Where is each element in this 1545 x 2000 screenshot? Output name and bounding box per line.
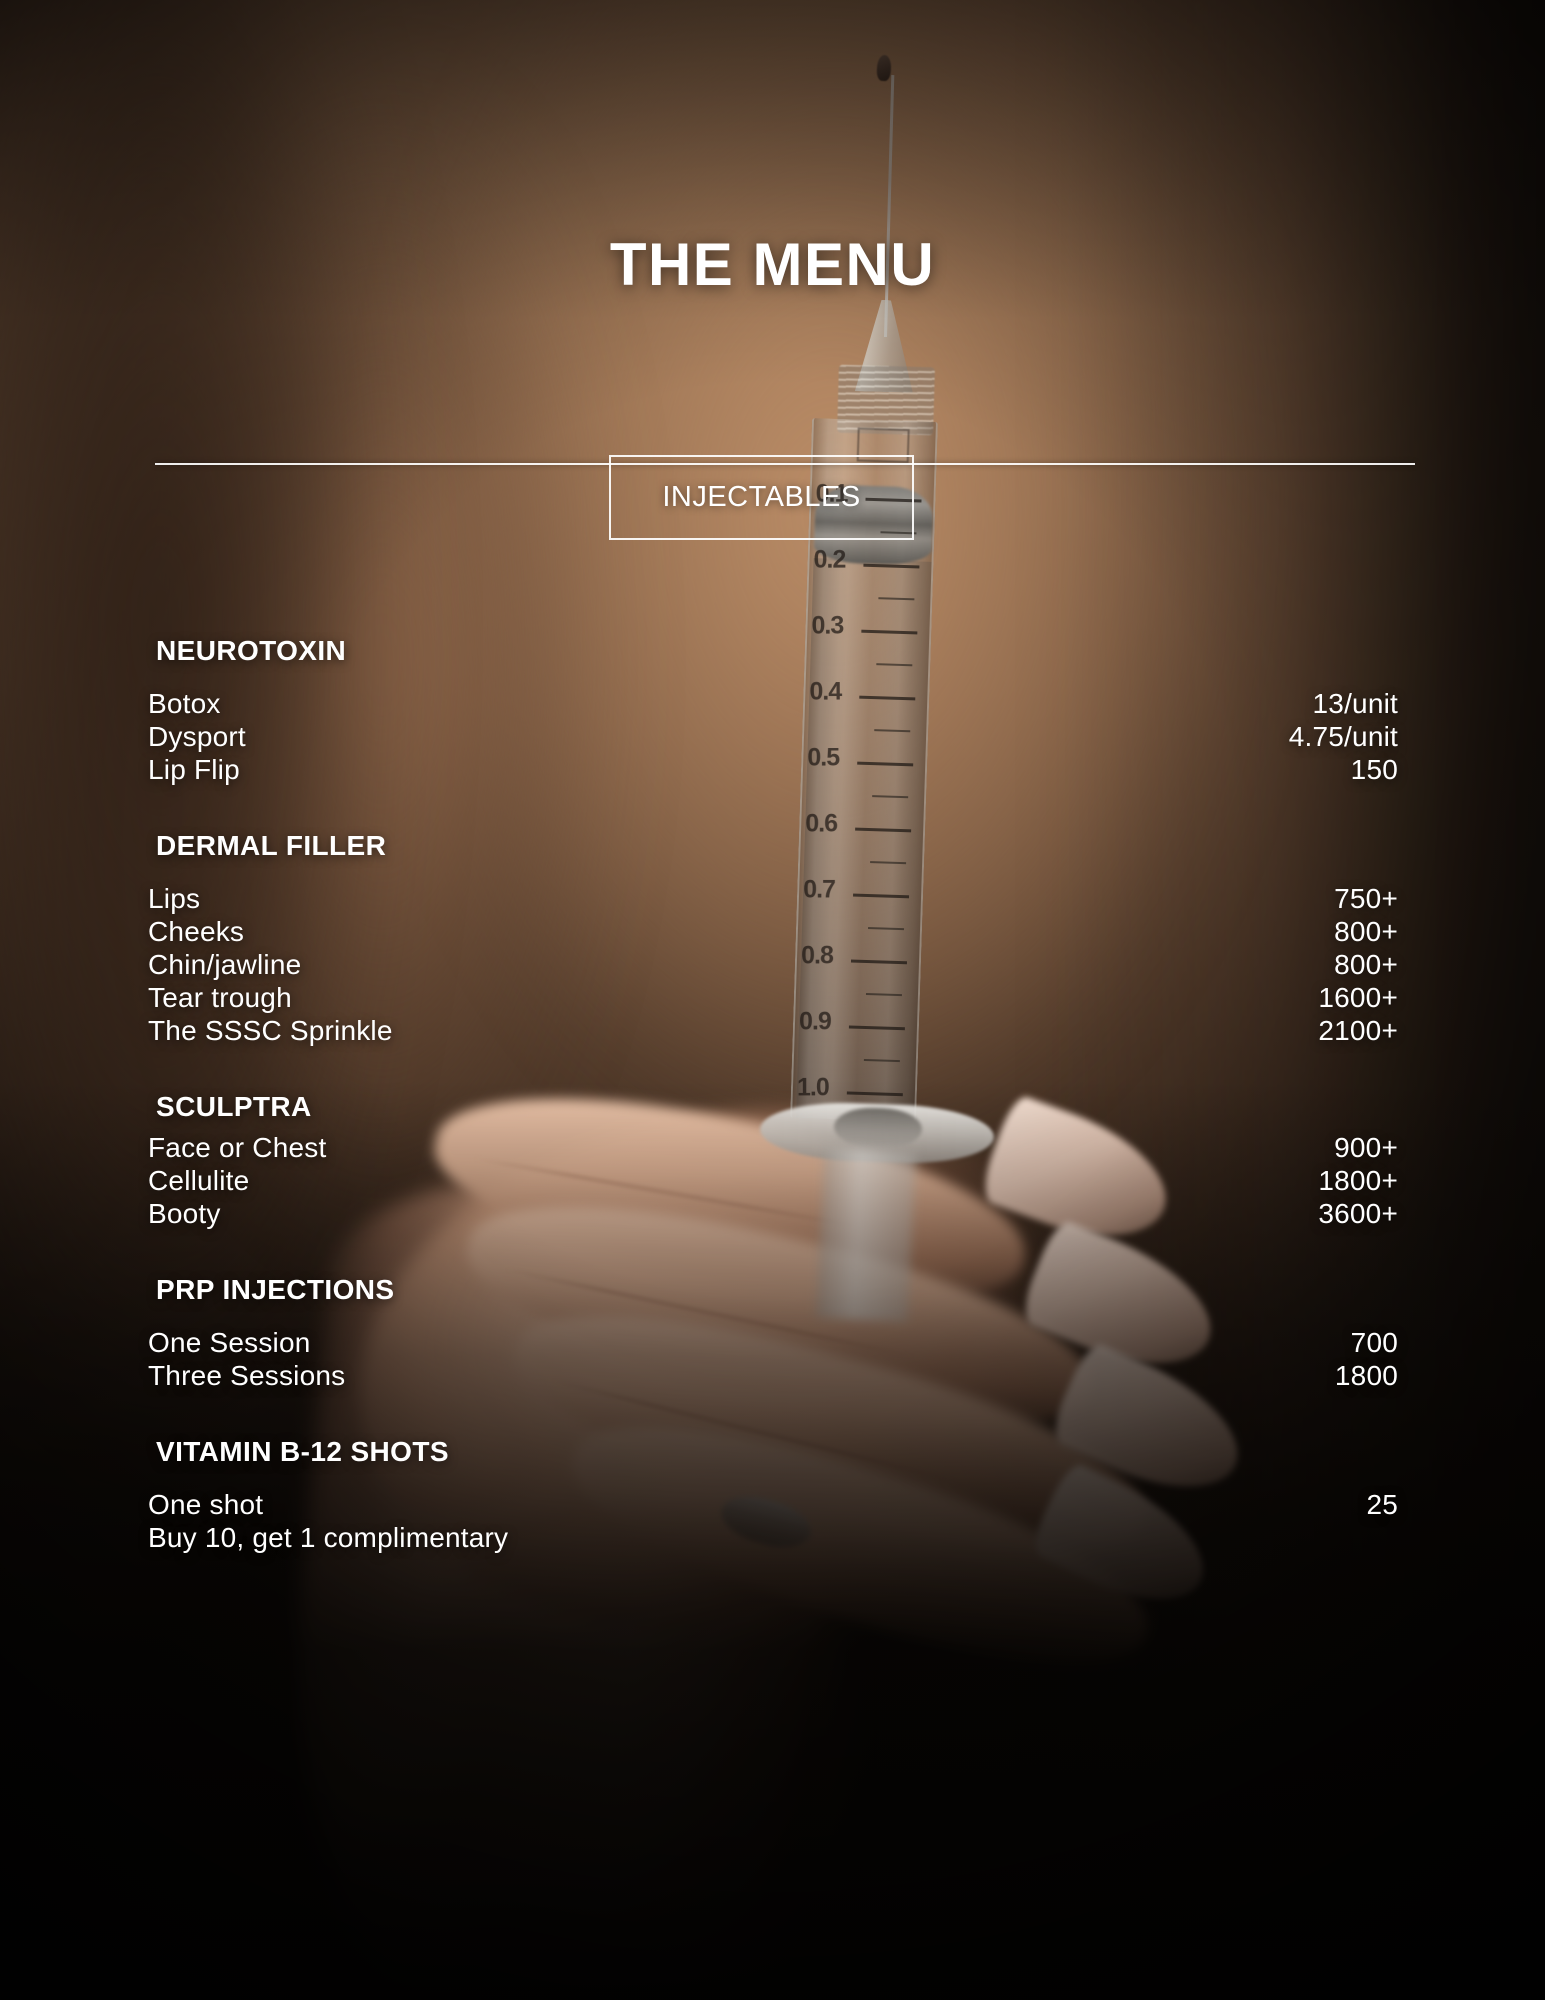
menu-section-heading: DERMAL FILLER (156, 830, 387, 862)
menu-item-price: 800+ (1334, 916, 1398, 948)
category-badge-label: INJECTABLES (662, 481, 861, 513)
menu-item-price: 150 (1350, 754, 1398, 786)
menu-item-name: Dysport (148, 721, 246, 753)
menu-item-name: Tear trough (148, 982, 292, 1014)
menu-sections: NEUROTOXIN Botox 13/unit Dysport 4.75/unit Li… (148, 635, 1398, 1554)
page-title: THE MENU (609, 231, 936, 298)
menu-item-price: 750+ (1334, 883, 1398, 915)
menu-item-price: 700 (1350, 1327, 1398, 1359)
menu-item-price: 4.75/unit (1288, 721, 1398, 753)
menu-item-price: 1800 (1334, 1360, 1398, 1392)
category-badge: INJECTABLES (609, 455, 914, 540)
menu-item-name: Three Sessions (148, 1360, 346, 1392)
menu-content: THE MENU INJECTABLES NEUROTOXIN Botox 13/u… (0, 0, 1545, 2000)
menu-item-row: The SSSC Sprinkle 2100+ (148, 1014, 1398, 1047)
menu-item-row: Lip Flip 150 (148, 753, 1398, 786)
menu-item-row: Booty 3600+ (148, 1197, 1398, 1230)
menu-item-row: Buy 10, get 1 complimentary (148, 1521, 1398, 1554)
menu-item-name: Face or Chest (148, 1132, 327, 1164)
menu-item-price: 800+ (1334, 949, 1398, 981)
menu-section-heading: VITAMIN B-12 SHOTS (156, 1436, 449, 1468)
menu-item-name: Lips (148, 883, 201, 915)
menu-item-row: One shot 25 (148, 1488, 1398, 1521)
menu-item-name: Cheeks (148, 916, 245, 948)
menu-item-row: Face or Chest 900+ (148, 1131, 1398, 1164)
menu-item-row: Cheeks 800+ (148, 915, 1398, 948)
menu-item-name: Cellulite (148, 1165, 250, 1197)
menu-item-row: One Session 700 (148, 1326, 1398, 1359)
menu-section-heading: SCULPTRA (156, 1091, 312, 1123)
menu-section: SCULPTRA Face or Chest 900+ Cellulite 1800+ B… (148, 1091, 1398, 1230)
menu-item-price: 1800+ (1318, 1165, 1398, 1197)
menu-item-price: 3600+ (1318, 1198, 1398, 1230)
menu-item-price: 900+ (1334, 1132, 1398, 1164)
menu-item-row: Botox 13/unit (148, 687, 1398, 720)
menu-item-row: Lips 750+ (148, 882, 1398, 915)
menu-item-row: Three Sessions 1800 (148, 1359, 1398, 1392)
menu-item-row: Chin/jawline 800+ (148, 948, 1398, 981)
menu-section: VITAMIN B-12 SHOTS One shot 25 Buy 10, get … (148, 1436, 1398, 1554)
menu-section-heading: NEUROTOXIN (156, 635, 347, 666)
menu-section-heading: PRP INJECTIONS (156, 1274, 395, 1306)
menu-item-price: 2100+ (1318, 1015, 1398, 1047)
menu-page: 0.10.20.30.40.50.60.70.80.91.0 THE MENU … (0, 0, 1545, 2000)
menu-item-name: Chin/jawline (148, 949, 302, 981)
menu-item-name: Lip Flip (148, 754, 240, 786)
menu-item-name: One shot (148, 1489, 264, 1521)
menu-item-row: Tear trough 1600+ (148, 981, 1398, 1014)
menu-item-price: 1600+ (1318, 982, 1398, 1014)
menu-item-price: 13/unit (1312, 688, 1398, 719)
menu-section: NEUROTOXIN Botox 13/unit Dysport 4.75/unit Li… (148, 635, 1398, 786)
menu-section: PRP INJECTIONS One Session 700 Three Sessio… (148, 1274, 1398, 1392)
menu-item-name: Botox (148, 688, 221, 719)
menu-item-name: One Session (148, 1327, 311, 1359)
menu-item-row: Dysport 4.75/unit (148, 720, 1398, 753)
menu-section: DERMAL FILLER Lips 750+ Cheeks 800+ Chin/jawl… (148, 830, 1398, 1047)
menu-item-name: The SSSC Sprinkle (148, 1015, 393, 1047)
menu-item-price: 25 (1366, 1489, 1398, 1521)
menu-item-name: Booty (148, 1198, 221, 1230)
menu-item-row: Cellulite 1800+ (148, 1164, 1398, 1197)
menu-item-name: Buy 10, get 1 complimentary (148, 1522, 509, 1554)
